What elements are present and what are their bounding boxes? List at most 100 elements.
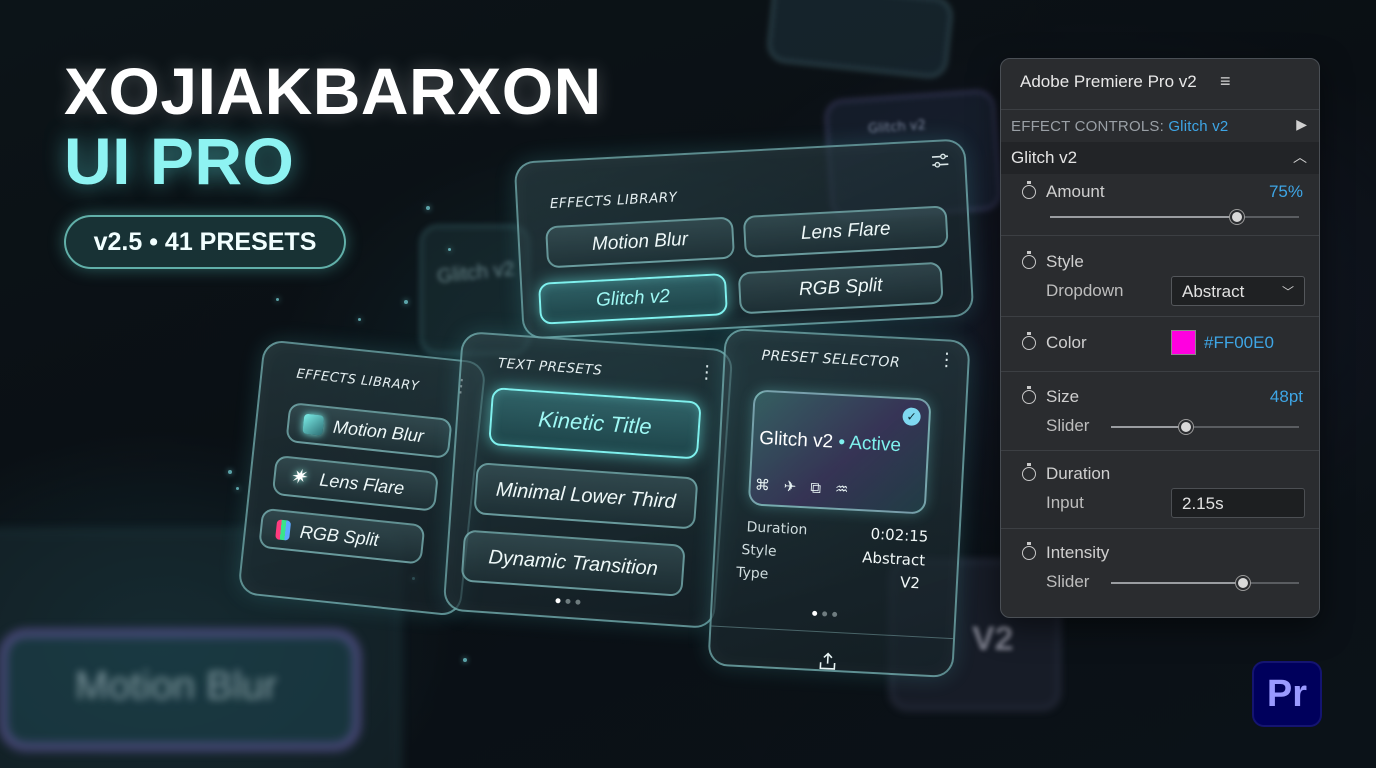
card-heading: PRESET SELECTOR: [761, 347, 901, 371]
meta-label-style: Style: [740, 541, 777, 560]
meta-label-duration: Duration: [746, 519, 808, 539]
size-sub-label: Slider: [1046, 416, 1090, 435]
preset-dynamic-transition-button[interactable]: Dynamic Transition: [460, 529, 686, 597]
pagination-dots: [555, 598, 581, 605]
version-badge: v2.5 • 41 PRESETS: [64, 215, 346, 269]
style-label: Style: [1046, 252, 1084, 271]
stopwatch-icon[interactable]: [1022, 332, 1036, 350]
effect-motion-blur-item[interactable]: Motion Blur: [285, 402, 453, 459]
style-dropdown[interactable]: Abstract ﹀: [1171, 276, 1305, 306]
chevron-up-icon[interactable]: ︿: [1293, 147, 1307, 167]
size-slider-thumb[interactable]: [1179, 420, 1194, 434]
meta-value-duration: 0:02:15: [870, 524, 929, 546]
size-slider[interactable]: [1111, 420, 1299, 434]
effect-lens-flare-button[interactable]: Lens Flare: [742, 205, 949, 258]
color-swatch[interactable]: [1171, 330, 1196, 355]
card-heading: EFFECTS LIBRARY: [549, 189, 678, 213]
divider: [1001, 450, 1319, 451]
preset-tile-glitch-v2[interactable]: ✓ Glitch v2 • Active ⌘ ✈ ⧉ ♒: [747, 389, 932, 515]
divider: [711, 625, 954, 640]
size-label: Size: [1046, 387, 1080, 406]
style-sub-label: Dropdown: [1046, 281, 1124, 300]
color-hex-value[interactable]: #FF00E0: [1204, 333, 1274, 353]
background-motion-blur-label: Motion Blur: [75, 664, 278, 708]
section-title: Glitch v2: [1011, 148, 1078, 167]
amount-value[interactable]: 75%: [1269, 182, 1303, 202]
audio-wave-icon[interactable]: ♒: [835, 480, 849, 499]
effect-glitch-v2-button[interactable]: Glitch v2: [538, 273, 728, 325]
particle: [276, 298, 279, 301]
intensity-sub-label: Slider: [1046, 572, 1090, 591]
stopwatch-icon[interactable]: [1022, 386, 1036, 404]
more-options-icon[interactable]: ⋮: [937, 349, 956, 371]
pagination-dots: [812, 610, 838, 618]
background-v2-label: V2: [972, 620, 1014, 658]
more-options-icon[interactable]: ⋮: [697, 361, 716, 383]
command-icon[interactable]: ⌘: [754, 476, 770, 495]
particle: [448, 248, 451, 251]
divider: [1001, 528, 1319, 529]
preset-kinetic-title-button[interactable]: Kinetic Title: [488, 387, 702, 460]
amount-slider-thumb[interactable]: [1229, 210, 1244, 224]
particle: [236, 487, 239, 490]
preset-tile-icons: ⌘ ✈ ⧉ ♒: [754, 476, 849, 499]
premiere-pro-logo: Pr: [1252, 661, 1322, 727]
style-dropdown-value: Abstract: [1182, 282, 1245, 301]
card-heading: EFFECTS LIBRARY: [295, 366, 420, 395]
intensity-slider-thumb[interactable]: [1235, 576, 1250, 590]
effect-lens-flare-item[interactable]: Lens Flare: [271, 454, 440, 512]
text-presets-card: TEXT PRESETS ⋮ Kinetic Title Minimal Low…: [442, 330, 734, 630]
card-heading: TEXT PRESETS: [497, 355, 603, 379]
stopwatch-icon[interactable]: [1022, 251, 1036, 269]
duration-label: Duration: [1046, 464, 1111, 483]
effect-rgb-split-button[interactable]: RGB Split: [737, 261, 944, 315]
effect-label: Lens Flare: [318, 469, 406, 498]
effect-rgb-split-item[interactable]: RGB Split: [258, 507, 426, 565]
rgb-split-icon: [275, 519, 292, 541]
preset-minimal-lower-third-button[interactable]: Minimal Lower Third: [473, 462, 699, 530]
intensity-label: Intensity: [1046, 543, 1110, 562]
effect-controls-target-link[interactable]: Glitch v2: [1168, 118, 1228, 135]
effect-section-header[interactable]: Glitch v2 ︿: [1001, 142, 1319, 174]
size-value[interactable]: 48pt: [1270, 387, 1303, 407]
amount-label: Amount: [1046, 182, 1105, 201]
pin-icon[interactable]: ✈: [783, 477, 797, 496]
effect-motion-blur-button[interactable]: Motion Blur: [545, 216, 736, 269]
divider: [1001, 371, 1319, 372]
divider: [1001, 235, 1319, 236]
panel-title: Adobe Premiere Pro v2: [1020, 72, 1197, 91]
duration-sub-label: Input: [1046, 493, 1084, 512]
stopwatch-icon[interactable]: [1022, 181, 1036, 199]
duration-input-value: 2.15s: [1182, 494, 1224, 513]
divider: [1001, 109, 1319, 110]
share-icon[interactable]: [817, 651, 838, 677]
frame-icon[interactable]: ⧉: [810, 478, 822, 497]
meta-value-type: V2: [899, 573, 921, 593]
lens-flare-icon: [289, 466, 311, 488]
meta-value-style: Abstract: [861, 548, 926, 570]
preset-tile-title: Glitch v2 • Active: [759, 428, 902, 457]
stopwatch-icon[interactable]: [1022, 463, 1036, 481]
settings-sliders-icon[interactable]: [930, 151, 951, 170]
preset-name: Glitch v2: [758, 427, 834, 453]
background-panel: [766, 0, 954, 80]
size-slider-fill: [1111, 426, 1187, 428]
amount-slider-fill: [1050, 216, 1237, 218]
particle: [463, 658, 467, 662]
hamburger-menu-icon[interactable]: ≡: [1220, 71, 1231, 92]
effect-label: RGB Split: [299, 521, 380, 550]
divider: [1001, 316, 1319, 317]
amount-slider[interactable]: [1050, 210, 1299, 224]
particle: [358, 318, 361, 321]
preset-selector-card: PRESET SELECTOR ⋮ ✓ Glitch v2 • Active ⌘…: [707, 327, 971, 679]
duration-input[interactable]: 2.15s: [1171, 488, 1305, 518]
check-icon: ✓: [902, 407, 922, 427]
stopwatch-icon[interactable]: [1022, 542, 1036, 560]
motion-blur-icon: [302, 413, 325, 436]
intensity-slider[interactable]: [1111, 576, 1299, 590]
effect-label: Motion Blur: [332, 416, 425, 446]
effect-controls-label: EFFECT CONTROLS:: [1011, 118, 1169, 135]
effect-controls-panel: Adobe Premiere Pro v2 ≡ EFFECT CONTROLS:…: [1000, 58, 1320, 618]
play-arrow-icon[interactable]: ▶: [1296, 116, 1307, 133]
preset-status: • Active: [837, 431, 902, 457]
